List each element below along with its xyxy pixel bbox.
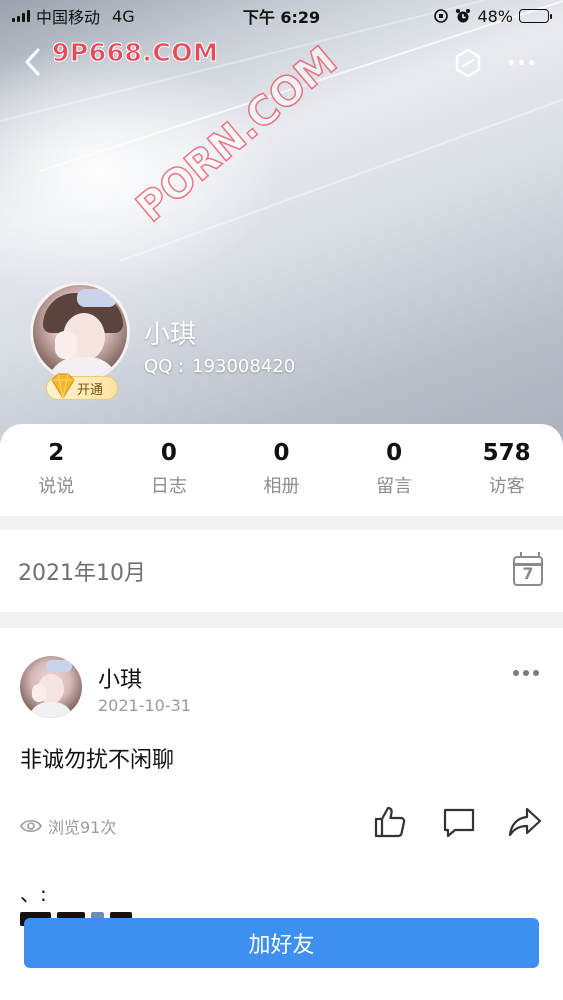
- stat-value: 2: [48, 440, 65, 466]
- stat-label: 日志: [150, 476, 187, 497]
- share-icon[interactable]: [507, 804, 543, 840]
- status-bar: 中国移动 4G 下午 6:29 48%: [0, 0, 563, 32]
- stat-visitors[interactable]: 578 访客: [450, 440, 563, 516]
- alarm-icon: [456, 9, 471, 23]
- stat-album[interactable]: 0 相册: [225, 440, 338, 516]
- status-left: 中国移动 4G: [12, 4, 135, 28]
- calendar-icon[interactable]: 7: [513, 552, 543, 586]
- stat-value: 0: [273, 440, 290, 466]
- stat-value: 0: [386, 440, 403, 466]
- stat-messages[interactable]: 0 留言: [338, 440, 451, 516]
- vip-label: 开通: [77, 382, 104, 398]
- qq-number: 193008420: [192, 356, 296, 377]
- post-avatar[interactable]: [20, 656, 82, 718]
- battery-icon: [519, 9, 552, 23]
- profile-name: 小琪: [144, 320, 197, 350]
- network-label: 4G: [112, 6, 135, 26]
- stat-label: 相册: [263, 476, 300, 497]
- timeline-month-bar: 2021年10月 7: [0, 530, 563, 612]
- watermark-logo: 9P668.COM: [51, 38, 219, 68]
- battery-percent: 48%: [477, 6, 513, 26]
- post-extra-text: 、:: [20, 882, 47, 906]
- status-right: 48%: [433, 6, 552, 26]
- orientation-lock-icon: [434, 9, 449, 23]
- like-icon[interactable]: [372, 804, 408, 840]
- stat-label: 说说: [38, 476, 75, 497]
- add-friend-button[interactable]: 加好友: [24, 918, 539, 968]
- post-more-button[interactable]: [510, 666, 542, 680]
- stat-label: 留言: [376, 476, 413, 497]
- stat-shuoshuo[interactable]: 2 说说: [0, 440, 113, 516]
- comment-icon[interactable]: [441, 804, 477, 840]
- profile-stats: 2 说说 0 日志 0 相册 0 留言 578 访客: [0, 424, 563, 516]
- more-options-button[interactable]: [504, 52, 538, 72]
- post-author[interactable]: 小琪: [98, 662, 142, 694]
- eye-icon: [20, 819, 42, 833]
- carrier-label: 中国移动: [36, 8, 101, 27]
- qq-number-line: QQ : 193008420: [144, 356, 295, 377]
- signal-icon: [12, 10, 30, 22]
- qq-label: QQ :: [144, 356, 185, 377]
- month-label: 2021年10月: [18, 561, 146, 586]
- back-button[interactable]: [18, 44, 48, 80]
- stat-value: 0: [160, 440, 177, 466]
- diamond-icon: [51, 373, 75, 400]
- post-views: 浏览91次: [20, 814, 116, 838]
- post-body: 非诚勿扰不闲聊: [20, 748, 175, 773]
- hexagon-icon[interactable]: [452, 47, 484, 79]
- stat-blog[interactable]: 0 日志: [113, 440, 226, 516]
- calendar-day: 7: [522, 564, 534, 583]
- stat-label: 访客: [488, 476, 525, 497]
- profile-avatar[interactable]: [30, 282, 130, 382]
- post-date: 2021-10-31: [98, 696, 191, 715]
- views-count: 浏览91次: [48, 818, 117, 837]
- stat-value: 578: [482, 440, 531, 466]
